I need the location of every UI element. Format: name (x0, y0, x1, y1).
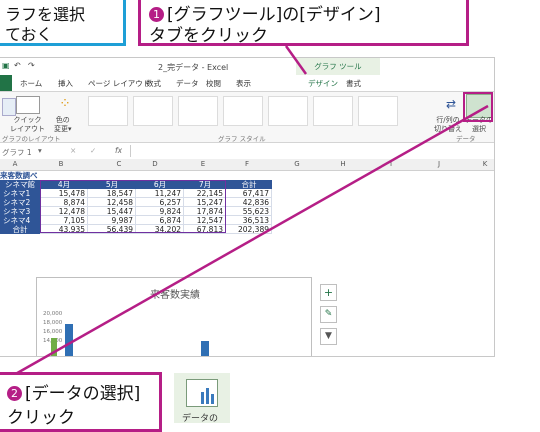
table-chart-icon (186, 379, 218, 407)
pointer-lines (11, 45, 489, 378)
select-data-icon-enlarged: データの (174, 373, 230, 424)
icon-caption: データの (182, 414, 219, 424)
step-number-badge: 2 (7, 386, 22, 401)
callout-step-2: 2 [データの選択] クリック (0, 372, 162, 432)
select-data-highlight (463, 92, 493, 122)
callout-text: [データの選択] (25, 384, 141, 404)
callout-text: クリック (7, 408, 75, 428)
